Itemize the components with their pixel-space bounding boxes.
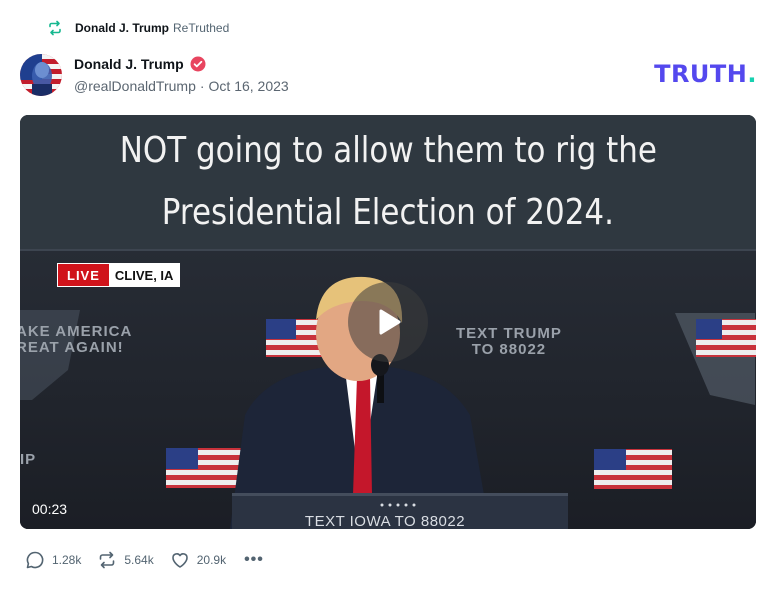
caption-line-2: Presidential Election of 2024.: [161, 192, 615, 233]
retruth-author-link[interactable]: Donald J. Trump: [75, 21, 169, 35]
caption-line-1: NOT going to allow them to rig the: [119, 130, 657, 171]
backdrop-slogan-line-1: AKE AMERICA: [20, 323, 133, 340]
reply-icon: [26, 551, 44, 569]
video-duration: 00:23: [32, 501, 68, 517]
video-player[interactable]: NOT going to allow them to rig the Presi…: [20, 115, 756, 529]
retruth-label: ReTruthed: [173, 21, 230, 35]
post-date[interactable]: Oct 16, 2023: [209, 78, 289, 94]
backdrop-edge-text: IP: [20, 451, 37, 468]
video-caption-band: NOT going to allow them to rig the Presi…: [20, 115, 756, 249]
logo-dot: .: [747, 60, 757, 88]
backdrop-text-trump-line-1: TEXT TRUMP: [456, 325, 562, 342]
logo-wordmark: TRUTH: [654, 60, 748, 88]
backdrop-slogan-line-2: REAT AGAIN!: [20, 339, 124, 356]
flag-bottom-right: [594, 449, 672, 489]
retruth-button[interactable]: 5.64k: [97, 550, 154, 570]
truth-social-logo[interactable]: TRUTH.: [654, 60, 757, 88]
reply-count: 1.28k: [52, 553, 82, 567]
live-label: LIVE: [58, 264, 109, 286]
backdrop-text-trump-line-2: TO 88022: [471, 341, 547, 358]
author-handle[interactable]: @realDonaldTrump: [74, 78, 196, 94]
like-count: 20.9k: [196, 553, 227, 567]
retruth-icon: [47, 20, 63, 36]
play-button[interactable]: [348, 282, 428, 362]
more-icon[interactable]: •••: [244, 551, 264, 569]
retruth-indicator: Donald J. Trump ReTruthed: [47, 19, 229, 37]
live-badge: LIVE CLIVE, IA: [57, 263, 181, 287]
author-name[interactable]: Donald J. Trump: [74, 56, 184, 72]
location-label: CLIVE, IA: [108, 264, 180, 286]
retruth-action-icon: [100, 551, 115, 569]
post-header: Donald J. Trump @realDonaldTrump · Oct 1…: [20, 54, 289, 96]
backdrop-text-trump: TEXT TRUMP TO 88022: [456, 326, 562, 358]
flag-top-right: [696, 319, 756, 357]
flag-bottom-left: [166, 448, 242, 488]
heart-icon: [171, 553, 188, 568]
verified-badge-icon: [190, 56, 206, 72]
play-icon: [379, 309, 401, 335]
meta-separator: ·: [199, 78, 205, 94]
post-actions: 1.28k 5.64k 20.9k •••: [25, 550, 264, 570]
retruth-count: 5.64k: [124, 553, 154, 567]
backdrop-slogan: AKE AMERICA REAT AGAIN!: [20, 324, 132, 356]
avatar[interactable]: [20, 54, 62, 96]
reply-button[interactable]: 1.28k: [25, 550, 81, 570]
podium-sign: TEXT IOWA TO 88022: [304, 513, 466, 529]
like-button[interactable]: 20.9k: [170, 550, 226, 570]
